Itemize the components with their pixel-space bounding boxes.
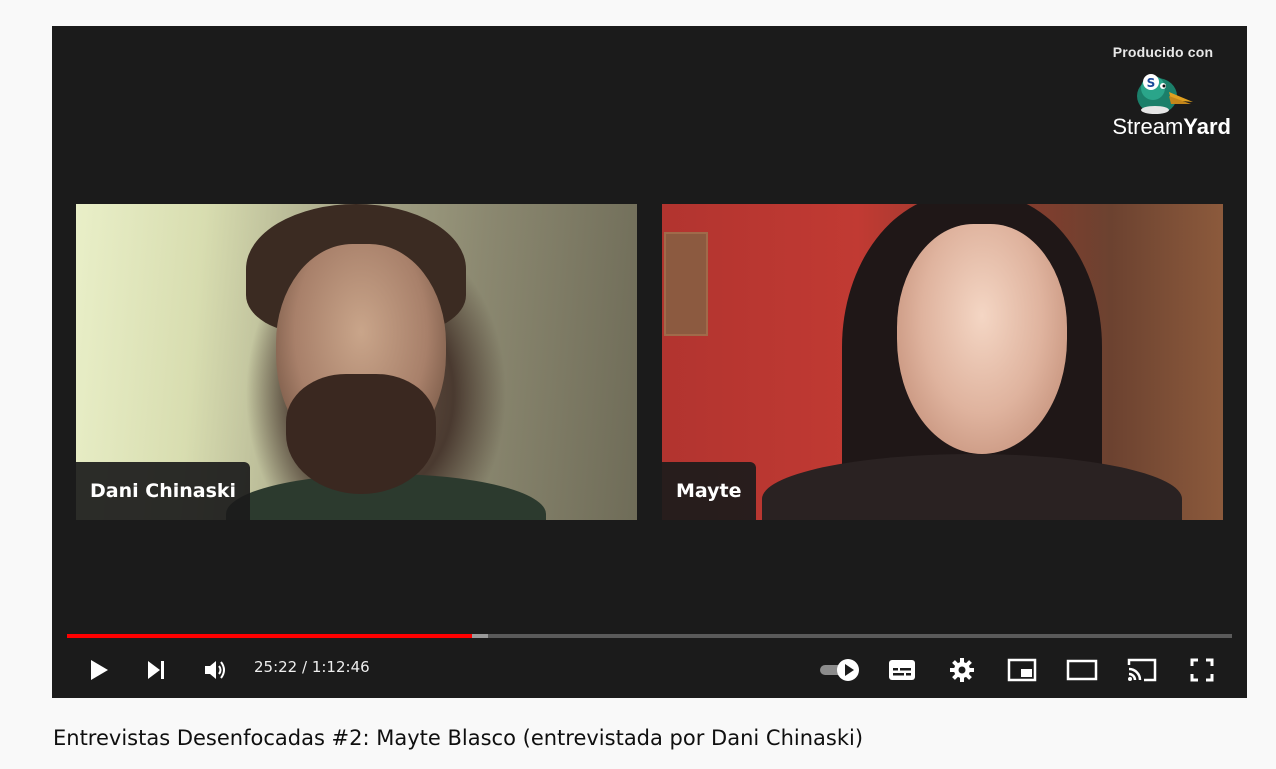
player-controls: 25:22 / 1:12:46 <box>52 646 1247 698</box>
video-player[interactable]: Producido con S StreamYard Dani Chinaski <box>52 26 1247 698</box>
volume-icon <box>205 661 225 679</box>
progress-played <box>67 634 473 638</box>
time-separator: / <box>297 658 312 676</box>
mute-button[interactable] <box>198 652 234 688</box>
svg-text:S: S <box>1147 76 1156 90</box>
autoplay-toggle[interactable] <box>816 652 864 688</box>
next-icon <box>148 661 164 679</box>
brand-name-bold: Yard <box>1183 114 1231 139</box>
participant-tile-mayte: Mayte <box>662 204 1223 520</box>
brand-caption: Producido con <box>1112 44 1214 60</box>
fullscreen-button[interactable] <box>1184 652 1220 688</box>
duck-logo-icon: S <box>1137 74 1193 114</box>
play-button[interactable] <box>80 652 116 688</box>
participant-tile-dani: Dani Chinaski <box>76 204 637 520</box>
gear-icon <box>950 658 974 682</box>
participant-name-tag: Dani Chinaski <box>76 462 251 520</box>
fullscreen-icon <box>1190 658 1214 682</box>
duration: 1:12:46 <box>311 658 370 676</box>
theater-mode-button[interactable] <box>1064 652 1100 688</box>
video-page: Producido con S StreamYard Dani Chinaski <box>0 0 1276 769</box>
miniplayer-button[interactable] <box>1004 652 1040 688</box>
time-display: 25:22 / 1:12:46 <box>254 658 370 676</box>
settings-button[interactable] <box>944 652 980 688</box>
streamyard-watermark: Producido con S StreamYard <box>1093 44 1233 140</box>
wall-picture <box>664 232 708 336</box>
subtitles-icon <box>889 660 915 680</box>
miniplayer-icon <box>1007 658 1037 682</box>
current-time: 25:22 <box>254 658 298 676</box>
video-title: Entrevistas Desenfocadas #2: Mayte Blasc… <box>53 726 864 750</box>
next-button[interactable] <box>138 652 174 688</box>
progress-bar[interactable] <box>67 634 1232 638</box>
brand-name-regular: Stream <box>1112 114 1184 139</box>
subtitles-button[interactable] <box>884 652 920 688</box>
theater-mode-icon <box>1066 659 1098 681</box>
play-icon <box>91 660 108 680</box>
cast-button[interactable] <box>1124 652 1160 688</box>
participant-name-tag: Mayte <box>662 462 756 520</box>
autoplay-toggle-icon <box>820 659 859 681</box>
brand-name: StreamYard <box>1093 114 1233 140</box>
cast-icon <box>1127 658 1157 682</box>
